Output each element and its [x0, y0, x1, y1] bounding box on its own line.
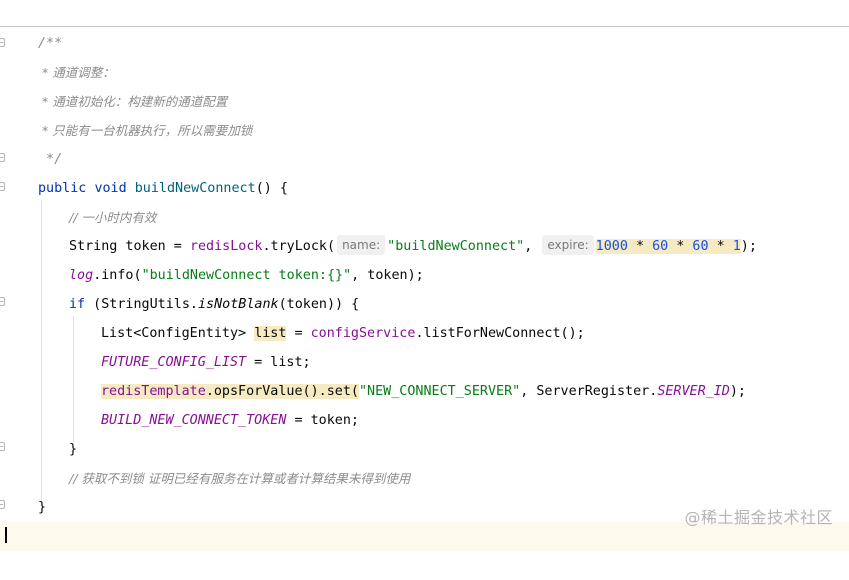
string-literal: "buildNewConnect" — [387, 239, 525, 254]
statement: String token = redisLock.tryLock(name: "b… — [69, 232, 757, 261]
keyword: public — [38, 181, 87, 196]
number-literal: 60 — [692, 239, 709, 254]
operator: * — [708, 239, 733, 254]
code-line: * 通道调整： — [0, 58, 849, 87]
line-comment: // 获取不到锁 证明已经有服务在计算或者计算结果未得到使用 — [69, 471, 411, 486]
javadoc-line: * 只能有一台机器执行，所以需要加锁 — [38, 123, 253, 138]
code-line: log.info("buildNewConnect token:{}", tok… — [0, 261, 849, 290]
code-line: * 通道初始化：构建新的通道配置 — [0, 87, 849, 116]
code-text: ); — [729, 384, 746, 399]
string-literal: "buildNewConnect token:{}" — [141, 268, 352, 283]
code-text: = token; — [286, 413, 359, 428]
code-text: = list; — [246, 355, 311, 370]
method-ref[interactable]: isNotBlank — [198, 297, 279, 312]
javadoc-line: * 通道初始化：构建新的通道配置 — [38, 94, 228, 109]
code-line: // 一小时内有效 — [0, 203, 849, 232]
code-text: , — [524, 239, 541, 254]
static-field-ref[interactable]: BUILD_NEW_CONNECT_TOKEN — [101, 413, 286, 428]
text-caret — [5, 527, 7, 543]
highlighted-expression: redisTemplate.opsForValue().set( — [101, 384, 359, 399]
static-field-ref[interactable]: SERVER_ID — [657, 384, 730, 399]
javadoc-close: */ — [38, 152, 63, 167]
code-text: (token)) { — [278, 297, 360, 312]
code-line: String token = redisLock.tryLock(name: "b… — [0, 232, 849, 261]
keyword: void — [94, 181, 127, 196]
statement: log.info("buildNewConnect token:{}", tok… — [69, 261, 424, 290]
code-line: } — [0, 435, 849, 464]
code-line: // 获取不到锁 证明已经有服务在计算或者计算结果未得到使用 — [0, 464, 849, 493]
number-literal: 60 — [652, 239, 669, 254]
code-editor[interactable]: /** * 通道调整： * 通道初始化：构建新的通道配置 * 只能有一台机器执行… — [0, 0, 849, 551]
code-line: if (StringUtils.isNotBlank(token)) { — [0, 290, 849, 319]
method-signature: public void buildNewConnect() { — [38, 174, 288, 203]
number-literal: 1000 — [595, 239, 628, 254]
code-line: BUILD_NEW_CONNECT_TOKEN = token; — [0, 406, 849, 435]
code-line: */ — [0, 145, 849, 174]
method-name[interactable]: buildNewConnect — [135, 181, 256, 196]
code-text: () { — [255, 181, 288, 196]
code-text: .tryLock( — [262, 239, 336, 254]
code-text: , token); — [351, 268, 424, 283]
static-field-ref[interactable]: FUTURE_CONFIG_LIST — [101, 355, 246, 370]
string-literal: "NEW_CONNECT_SERVER" — [359, 384, 521, 399]
parameter-hint: expire: — [542, 235, 594, 255]
field-ref[interactable]: configService — [311, 326, 416, 341]
closing-brace: } — [38, 500, 47, 515]
javadoc-open: /** — [38, 36, 63, 51]
code-text: String token = — [69, 239, 190, 254]
code-text: .opsForValue().set( — [205, 384, 359, 399]
code-line: public void buildNewConnect() { — [0, 174, 849, 203]
code-text: , ServerRegister. — [520, 384, 658, 399]
logger-ref[interactable]: log — [69, 268, 93, 283]
code-text: = — [286, 326, 311, 341]
parameter-hint: name: — [337, 235, 386, 255]
code-text: .info( — [93, 268, 142, 283]
number-literal: 1 — [732, 239, 741, 254]
operator: * — [627, 239, 653, 254]
statement: BUILD_NEW_CONNECT_TOKEN = token; — [101, 406, 359, 435]
code-line: FUTURE_CONFIG_LIST = list; — [0, 348, 849, 377]
statement: if (StringUtils.isNotBlank(token)) { — [69, 290, 359, 319]
line-comment: // 一小时内有效 — [69, 210, 157, 225]
code-text: List<ConfigEntity> — [101, 326, 255, 341]
statement: List<ConfigEntity> list = configService.… — [101, 319, 585, 348]
keyword: if — [69, 297, 86, 312]
code-text: .listForNewConnect(); — [415, 326, 585, 341]
operator: * — [668, 239, 693, 254]
highlighted-expression: 1000 * 60 * 60 * 1 — [595, 239, 741, 254]
code-text: (StringUtils. — [85, 297, 198, 312]
code-line: /** — [0, 29, 849, 58]
code-line: redisTemplate.opsForValue().set("NEW_CON… — [0, 377, 849, 406]
statement: FUTURE_CONFIG_LIST = list; — [101, 348, 311, 377]
highlighted-variable[interactable]: list — [254, 326, 287, 341]
code-line: * 只能有一台机器执行，所以需要加锁 — [0, 116, 849, 145]
field-ref[interactable]: redisLock — [190, 239, 263, 254]
closing-brace: } — [69, 442, 78, 457]
code-line: List<ConfigEntity> list = configService.… — [0, 319, 849, 348]
javadoc-line: * 通道调整： — [38, 65, 115, 80]
field-ref[interactable]: redisTemplate — [101, 384, 206, 399]
code-text: ); — [740, 239, 757, 254]
watermark: @稀土掘金技术社区 — [684, 508, 833, 527]
statement: redisTemplate.opsForValue().set("NEW_CON… — [101, 377, 746, 406]
